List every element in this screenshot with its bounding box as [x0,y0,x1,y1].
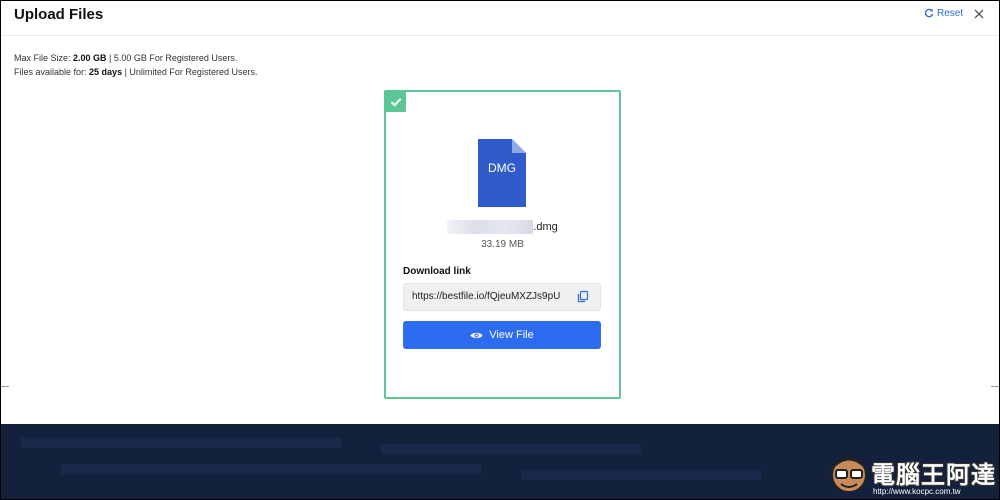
file-type-label: DMG [488,161,516,175]
band-stripe [21,438,341,448]
scroll-marker-left [1,386,9,387]
close-button[interactable] [971,6,987,22]
reset-icon [924,8,934,19]
view-file-button[interactable]: View File [403,321,601,349]
download-link-url[interactable]: https://bestfile.io/fQjeuMXZJs9pU [412,291,562,302]
max-size-suffix: | 5.00 GB For Registered Users. [106,53,238,63]
view-file-label: View File [489,329,534,341]
reset-button[interactable]: Reset [924,8,963,19]
watermark-url: http://www.kocpc.com.tw [873,487,961,496]
check-icon [390,97,401,107]
upload-files-modal: Upload Files Reset Max File Size: 2.00 G… [0,0,1000,500]
upload-limits-info: Max File Size: 2.00 GB | 5.00 GB For Reg… [14,51,257,79]
availability-prefix: Files available for: [14,67,90,77]
max-size-line: Max File Size: 2.00 GB | 5.00 GB For Reg… [14,51,257,65]
close-icon [974,9,984,19]
site-watermark: 電腦王阿達 http://www.kocpc.com.tw [829,451,997,499]
file-type-icon: DMG [478,139,526,207]
reset-label: Reset [937,8,964,19]
availability-suffix: | Unlimited For Registered Users. [122,67,258,77]
copy-icon [577,290,589,303]
band-stripe [381,444,641,454]
upload-success-badge [385,91,406,112]
file-extension: .dmg [533,221,558,233]
file-name: .dmg [386,220,619,234]
mascot-icon [831,457,867,493]
band-stripe [61,464,481,474]
max-size-value: 2.00 GB [73,53,107,63]
max-size-prefix: Max File Size: [14,53,74,63]
availability-line: Files available for: 25 days | Unlimited… [14,65,257,79]
download-link-field[interactable]: https://bestfile.io/fQjeuMXZJs9pU [403,283,601,311]
redacted-filename [447,220,534,234]
copy-link-button[interactable] [576,290,590,304]
band-stripe [521,470,761,480]
modal-title: Upload Files [14,6,104,23]
watermark-text: 電腦王阿達 [871,461,996,489]
download-link-label: Download link [403,266,471,277]
uploaded-file-card: DMG .dmg 33.19 MB Download link https://… [384,90,621,399]
file-size: 33.19 MB [481,239,524,250]
availability-value: 25 days [89,67,123,77]
scroll-marker-right [991,386,999,387]
eye-icon [470,332,483,338]
modal-header: Upload Files Reset [1,1,999,36]
